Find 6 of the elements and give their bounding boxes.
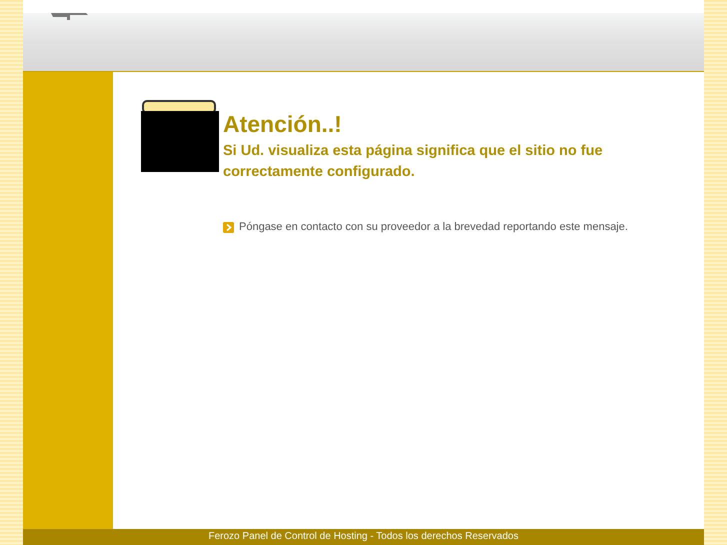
arrow-bullet-icon bbox=[223, 222, 234, 232]
logo-icon bbox=[51, 13, 88, 20]
heading: Atención..! bbox=[223, 111, 343, 138]
note-text: Póngase en contacto con su proveedor a la brevedad reportando este mensaje. bbox=[239, 221, 628, 233]
footer-text: Ferozo Panel de Control de Hosting - Todos los derechos Reservados bbox=[208, 531, 518, 543]
message-text: Si Ud. visualiza esta página significa que el sitio no fue correctamente configurado. bbox=[223, 142, 604, 182]
